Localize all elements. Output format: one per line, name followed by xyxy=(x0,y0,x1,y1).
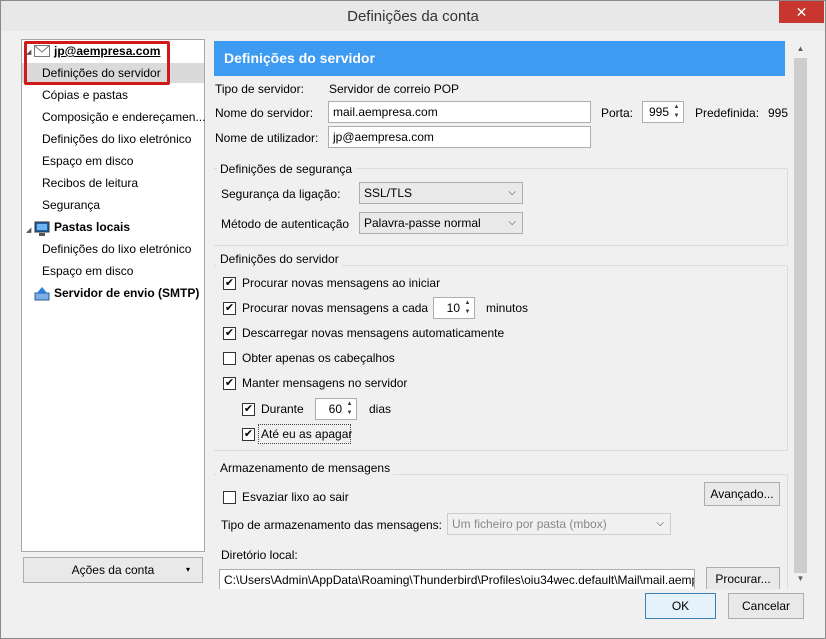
security-group-title: Definições de segurança xyxy=(217,162,356,176)
server-name-input[interactable]: mail.aempresa.com xyxy=(328,101,591,123)
connection-security-select[interactable]: SSL/TLS ⌵ xyxy=(359,182,523,204)
account-tree: ◢ jp@aempresa.com Definições do servidor… xyxy=(21,39,205,552)
days-label: dias xyxy=(369,402,392,416)
username-input[interactable]: jp@aempresa.com xyxy=(328,126,591,148)
default-port-label: Predefinida: xyxy=(695,106,760,120)
window-title: Definições da conta xyxy=(347,8,479,25)
advanced-button[interactable]: Avançado... xyxy=(704,482,780,506)
for-days-label: Durante xyxy=(261,402,304,416)
for-days-checkbox[interactable]: ✔ xyxy=(242,403,255,416)
scroll-down-icon[interactable]: ▼ xyxy=(792,571,809,587)
close-button[interactable]: ✕ xyxy=(779,1,824,23)
security-group xyxy=(214,168,788,246)
default-port-value: 995 xyxy=(768,106,789,120)
panel-header: Definições do servidor xyxy=(214,41,785,76)
tree-smtp[interactable]: Servidor de envio (SMTP) xyxy=(54,283,199,303)
title-bar: Definições da conta ✕ xyxy=(1,1,825,31)
spin-arrows-icon[interactable]: ▲ ▼ xyxy=(671,103,682,121)
local-dir-input[interactable]: C:\Users\Admin\AppData\Roaming\Thunderbi… xyxy=(219,569,695,589)
computer-icon xyxy=(34,221,50,236)
connection-security-label: Segurança da ligação: xyxy=(221,187,341,201)
check-startup-label: Procurar novas mensagens ao iniciar xyxy=(242,276,441,290)
browse-button[interactable]: Procurar... xyxy=(706,567,780,589)
port-label: Porta: xyxy=(601,106,634,120)
server-type-value: Servidor de correio POP xyxy=(329,82,460,96)
headers-only-label: Obter apenas os cabeçalhos xyxy=(242,351,395,365)
check-every-checkbox[interactable]: ✔ xyxy=(223,302,236,315)
tree-item-copies-folders[interactable]: Cópias e pastas xyxy=(42,85,128,105)
username-label: Nome de utilizador: xyxy=(215,131,319,145)
tree-item-junk[interactable]: Definições do lixo eletrónico xyxy=(42,129,191,149)
store-type-select[interactable]: Um ficheiro por pasta (mbox) ⌵ xyxy=(447,513,671,535)
check-startup-checkbox[interactable]: ✔ xyxy=(223,277,236,290)
ok-button[interactable]: OK xyxy=(645,593,716,619)
local-dir-label: Diretório local: xyxy=(221,548,298,562)
settings-panel: Definições do servidor Tipo de servidor:… xyxy=(214,41,808,589)
empty-trash-label: Esvaziar lixo ao sair xyxy=(242,490,349,504)
port-stepper[interactable]: 995 ▲ ▼ xyxy=(642,101,684,123)
leave-on-server-checkbox[interactable]: ✔ xyxy=(223,377,236,390)
check-every-label: Procurar novas mensagens a cada xyxy=(242,301,429,315)
server-name-label: Nome do servidor: xyxy=(215,106,314,120)
tree-item-local-junk[interactable]: Definições do lixo eletrónico xyxy=(42,239,191,259)
upload-server-icon xyxy=(34,287,50,301)
spin-arrows-icon[interactable]: ▲ ▼ xyxy=(462,299,473,317)
account-actions-button[interactable]: Ações da conta ▾ xyxy=(23,557,203,583)
chevron-down-icon: ▾ xyxy=(185,565,190,574)
auth-method-label: Método de autenticação xyxy=(221,217,350,231)
tree-local-folders[interactable]: Pastas locais xyxy=(54,217,130,237)
chevron-down-icon: ⌵ xyxy=(656,518,664,529)
chevron-down-icon: ⌵ xyxy=(508,217,516,228)
chevron-down-icon: ⌵ xyxy=(508,187,516,198)
headers-only-checkbox[interactable] xyxy=(223,352,236,365)
spin-arrows-icon[interactable]: ▲ ▼ xyxy=(344,400,355,418)
auto-download-checkbox[interactable]: ✔ xyxy=(223,327,236,340)
auth-method-select[interactable]: Palavra-passe normal ⌵ xyxy=(359,212,523,234)
tree-item-composition[interactable]: Composição e endereçamen... xyxy=(42,107,205,127)
triangle-down-icon[interactable]: ◢ xyxy=(26,226,31,234)
storage-group-title: Armazenamento de mensagens xyxy=(217,461,394,475)
triangle-down-icon[interactable]: ◢ xyxy=(26,48,31,56)
server-settings-group-title: Definições do servidor xyxy=(217,252,342,266)
tree-item-server-settings[interactable]: Definições do servidor xyxy=(22,63,204,83)
minutes-label: minutos xyxy=(486,301,529,315)
empty-trash-checkbox[interactable] xyxy=(223,491,236,504)
panel-scrollbar[interactable]: ▲ ▼ xyxy=(792,41,809,589)
scroll-thumb[interactable] xyxy=(794,58,807,573)
tree-item-receipts[interactable]: Recibos de leitura xyxy=(42,173,138,193)
focus-ring xyxy=(258,424,351,444)
cancel-button[interactable]: Cancelar xyxy=(728,593,804,619)
server-type-label: Tipo de servidor: xyxy=(215,82,304,96)
leave-on-server-label: Manter mensagens no servidor xyxy=(242,376,408,390)
account-settings-window: Definições da conta ✕ ◢ jp@aempresa.com … xyxy=(0,0,826,639)
days-stepper[interactable]: 60 ▲ ▼ xyxy=(315,398,357,420)
tree-item-disk-space[interactable]: Espaço em disco xyxy=(42,151,133,171)
store-type-label: Tipo de armazenamento das mensagens: xyxy=(221,518,443,532)
check-interval-stepper[interactable]: 10 ▲ ▼ xyxy=(433,297,475,319)
tree-item-local-disk[interactable]: Espaço em disco xyxy=(42,261,133,281)
tree-account[interactable]: jp@aempresa.com xyxy=(54,41,160,61)
scroll-up-icon[interactable]: ▲ xyxy=(792,41,809,57)
auto-download-label: Descarregar novas mensagens automaticame… xyxy=(242,326,505,340)
envelope-icon xyxy=(34,45,50,57)
tree-item-security[interactable]: Segurança xyxy=(42,195,100,215)
until-deleted-checkbox[interactable]: ✔ xyxy=(242,428,255,441)
